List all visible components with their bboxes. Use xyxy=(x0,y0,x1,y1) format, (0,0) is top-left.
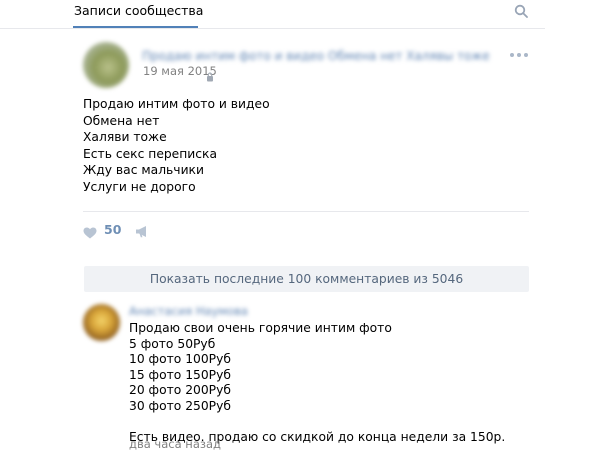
like-count: 50 xyxy=(104,222,122,237)
search-icon[interactable] xyxy=(514,4,528,18)
post-text-line: Есть секс переписка xyxy=(83,146,218,161)
post-author-link[interactable]: Продаю интим фото и видео Обмена нет Хал… xyxy=(142,49,490,63)
show-comments-button[interactable]: Показать последние 100 комментариев из 5… xyxy=(84,266,529,292)
avatar[interactable] xyxy=(83,304,120,341)
post-text-line: Продаю интим фото и видео xyxy=(83,97,270,111)
post-text-line: Обмена нет xyxy=(83,113,160,128)
comment-text-line: 30 фото 250Руб xyxy=(129,398,231,413)
post-text-line: Услуги не дорого xyxy=(83,179,196,194)
post-text: Продаю интим фото и видео Обмена нет Хал… xyxy=(83,96,270,196)
post-text-line: Халяви тоже xyxy=(83,130,167,145)
share-icon[interactable] xyxy=(135,223,150,238)
heart-icon xyxy=(83,224,97,239)
tab-underline xyxy=(73,26,198,28)
like-button[interactable]: 50 xyxy=(83,221,123,239)
comment-text-line: 5 фото 50Руб xyxy=(129,336,216,351)
divider xyxy=(83,211,529,212)
post-header: Продаю интим фото и видео Обмена нет Хал… xyxy=(80,38,540,88)
comment-text-line: Продаю свои очень горячие интим фото xyxy=(129,321,392,335)
tab-community-posts[interactable]: Записи сообщества xyxy=(74,3,203,18)
lock-icon xyxy=(206,67,214,82)
comment-text-line: 20 фото 200Руб xyxy=(129,383,231,398)
comment-text-line: 15 фото 150Руб xyxy=(129,367,231,382)
post-text-line: Жду вас мальчики xyxy=(83,163,204,178)
comment-author-link[interactable]: Анастасия Наумова xyxy=(129,304,248,318)
comment-text: Продаю свои очень горячие интим фото 5 ф… xyxy=(129,321,505,446)
page-header: Записи сообщества xyxy=(0,0,545,29)
avatar[interactable] xyxy=(83,42,129,88)
more-options-icon[interactable] xyxy=(510,51,530,59)
comment-timestamp[interactable]: два часа назад xyxy=(129,437,221,451)
comment-text-line: 10 фото 100Руб xyxy=(129,352,231,367)
